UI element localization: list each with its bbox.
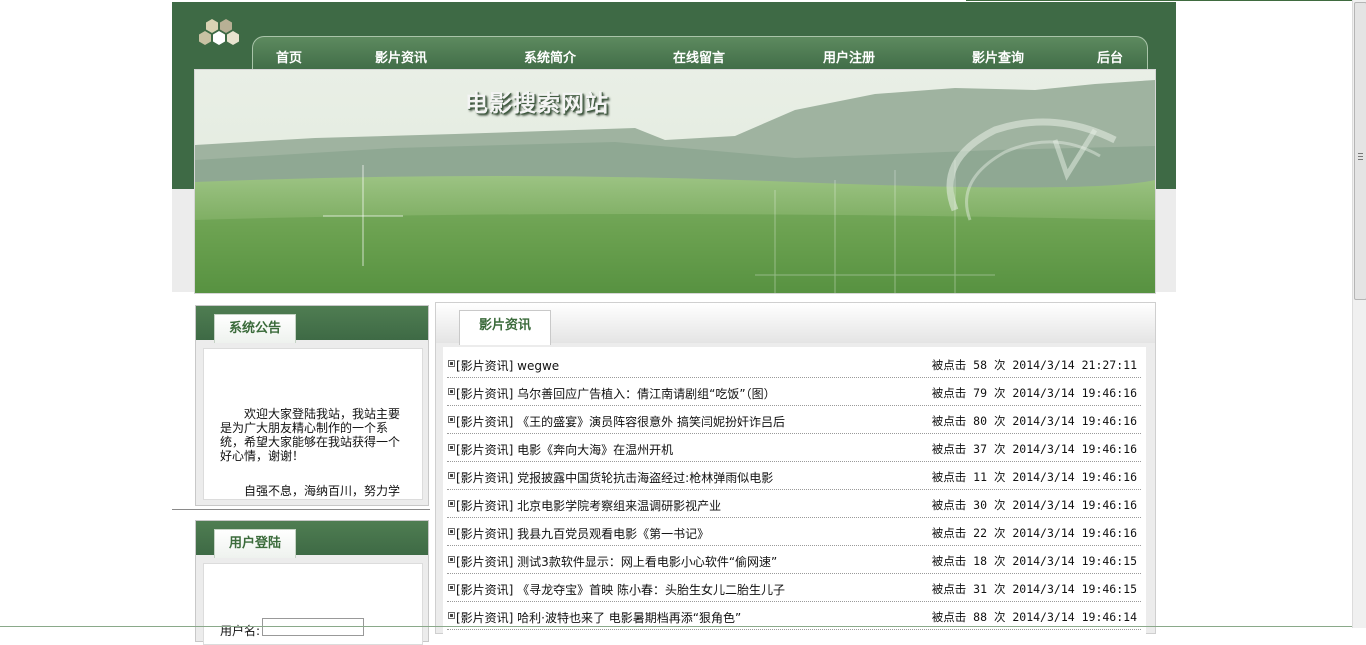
bullet-icon — [448, 444, 455, 451]
bullet-icon — [448, 584, 455, 591]
nav-system-intro[interactable]: 系统简介 — [524, 47, 576, 66]
site-title: 电影搜索网站 — [465, 90, 609, 117]
login-panel: 用户登陆 用户名: — [195, 520, 429, 645]
news-meta: 被点击 88 次 2014/3/14 19:46:14 — [931, 610, 1137, 624]
grip-line — [1358, 156, 1363, 157]
notice-text: 欢迎大家登陆我站，我站主要是为广大朋友精心制作的一个系统，希望大家能够在我站获得… — [220, 407, 406, 463]
list-item: [影片资讯] 电影《奔向大海》在温州开机 被点击 37 次 2014/3/14 … — [447, 434, 1141, 462]
list-item: [影片资讯] 测试3款软件显示：网上看电影小心软件“偷网速” 被点击 18 次 … — [447, 546, 1141, 574]
list-item: [影片资讯] 我县九百党员观看电影《第一书记》 被点击 22 次 2014/3/… — [447, 518, 1141, 546]
news-meta: 被点击 30 次 2014/3/14 19:46:16 — [931, 498, 1137, 512]
top-border-line — [966, 0, 1352, 1]
news-panel-header: 影片资讯 — [436, 303, 1155, 345]
news-link[interactable]: [影片资讯] 党报披露中国货轮抗击海盗经过:枪林弹雨似电影 — [456, 469, 773, 486]
list-item: [影片资讯] 《寻龙夺宝》首映 陈小春：头胎生女儿二胎生儿子 被点击 31 次 … — [447, 574, 1141, 602]
bullet-icon — [448, 416, 455, 423]
news-meta: 被点击 22 次 2014/3/14 19:46:16 — [931, 526, 1137, 540]
notice-panel-title: 系统公告 — [214, 314, 296, 343]
news-meta: 被点击 37 次 2014/3/14 19:46:16 — [931, 442, 1137, 456]
news-link[interactable]: [影片资讯] 我县九百党员观看电影《第一书记》 — [456, 525, 709, 542]
news-panel: 影片资讯 [影片资讯] wegwe 被点击 58 次 2014/3/14 21:… — [435, 302, 1156, 637]
main-navigation: 首页 影片资讯 系统简介 在线留言 用户注册 影片查询 后台 — [252, 36, 1148, 73]
vertical-scrollbar[interactable] — [1352, 0, 1366, 628]
bullet-icon — [448, 528, 455, 535]
grip-line — [1358, 159, 1363, 160]
news-meta: 被点击 79 次 2014/3/14 19:46:16 — [931, 386, 1137, 400]
nav-admin[interactable]: 后台 — [1097, 47, 1123, 66]
news-link[interactable]: [影片资讯] 乌尔善回应广告植入：倩江南请剧组“吃饭”（图） — [456, 385, 776, 402]
news-link[interactable]: [影片资讯] 《寻龙夺宝》首映 陈小春：头胎生女儿二胎生儿子 — [456, 581, 785, 598]
news-meta: 被点击 31 次 2014/3/14 19:46:15 — [931, 582, 1137, 596]
nav-movie-news[interactable]: 影片资讯 — [375, 47, 427, 66]
scrollbar-thumb[interactable] — [1354, 2, 1366, 300]
bullet-icon — [448, 472, 455, 479]
username-input[interactable] — [262, 618, 364, 636]
hexagon-logo-icon — [199, 19, 239, 45]
grip-line — [1358, 153, 1363, 154]
tab-movie-news[interactable]: 影片资讯 — [459, 310, 551, 345]
banner-image: 电影搜索网站 — [194, 69, 1156, 294]
list-item: [影片资讯] wegwe 被点击 58 次 2014/3/14 21:27:11 — [447, 350, 1141, 378]
login-panel-header: 用户登陆 — [196, 521, 428, 558]
bullet-icon — [448, 388, 455, 395]
left-divider — [172, 509, 430, 510]
news-list: [影片资讯] wegwe 被点击 58 次 2014/3/14 21:27:11… — [443, 347, 1146, 637]
list-item: [影片资讯] 党报披露中国货轮抗击海盗经过:枪林弹雨似电影 被点击 11 次 2… — [447, 462, 1141, 490]
bullet-icon — [448, 360, 455, 367]
news-meta: 被点击 11 次 2014/3/14 19:46:16 — [931, 470, 1137, 484]
news-link[interactable]: [影片资讯] 北京电影学院考察组来温调研影视产业 — [456, 497, 721, 514]
nav-register[interactable]: 用户注册 — [823, 47, 875, 66]
news-link[interactable]: [影片资讯] 电影《奔向大海》在温州开机 — [456, 441, 673, 458]
news-meta: 被点击 58 次 2014/3/14 21:27:11 — [931, 358, 1137, 372]
news-link[interactable]: [影片资讯] wegwe — [456, 357, 559, 374]
username-label: 用户名: — [220, 624, 261, 638]
notice-panel-header: 系统公告 — [196, 306, 428, 343]
news-link[interactable]: [影片资讯] 《王的盛宴》演员阵容很意外 搞笑闫妮扮奸诈吕后 — [456, 413, 785, 430]
notice-panel-body: 欢迎大家登陆我站，我站主要是为广大朋友精心制作的一个系统，希望大家能够在我站获得… — [203, 348, 423, 500]
login-panel-title: 用户登陆 — [214, 529, 296, 558]
notice-text-content: 欢迎大家登陆我站，我站主要是为广大朋友精心制作的一个系统，希望大家能够在我站获得… — [220, 407, 401, 463]
bottom-border-line — [0, 626, 1352, 627]
nav-guestbook[interactable]: 在线留言 — [673, 47, 725, 66]
bullet-icon — [448, 612, 455, 619]
bullet-icon — [448, 500, 455, 507]
bullet-icon — [448, 556, 455, 563]
grassland-landscape-image — [195, 70, 1155, 293]
news-meta: 被点击 80 次 2014/3/14 19:46:16 — [931, 414, 1137, 428]
site-header: 首页 影片资讯 系统简介 在线留言 用户注册 影片查询 后台 电影搜索网站 — [172, 2, 1176, 294]
news-link[interactable]: [影片资讯] 哈利·波特也来了 电影暑期档再添“狠角色” — [456, 609, 741, 626]
login-panel-body: 用户名: — [203, 563, 423, 645]
list-item: [影片资讯] 《王的盛宴》演员阵容很意外 搞笑闫妮扮奸诈吕后 被点击 80 次 … — [447, 406, 1141, 434]
list-item: [影片资讯] 乌尔善回应广告植入：倩江南请剧组“吃饭”（图） 被点击 79 次 … — [447, 378, 1141, 406]
nav-home[interactable]: 首页 — [276, 47, 302, 66]
list-item: [影片资讯] 北京电影学院考察组来温调研影视产业 被点击 30 次 2014/3… — [447, 490, 1141, 518]
notice-motto: 自强不息，海纳百川，努力学 — [244, 484, 401, 498]
nav-movie-search[interactable]: 影片查询 — [972, 47, 1024, 66]
news-link[interactable]: [影片资讯] 测试3款软件显示：网上看电影小心软件“偷网速” — [456, 553, 777, 570]
notice-panel: 系统公告 欢迎大家登陆我站，我站主要是为广大朋友精心制作的一个系统，希望大家能够… — [195, 305, 429, 506]
news-meta: 被点击 18 次 2014/3/14 19:46:15 — [931, 554, 1137, 568]
